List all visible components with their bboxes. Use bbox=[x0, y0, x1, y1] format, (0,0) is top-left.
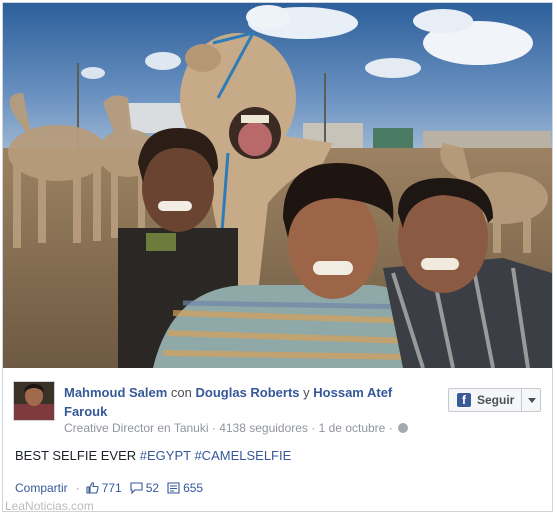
hashtag-camelselfie[interactable]: #CAMELSELFIE bbox=[194, 448, 291, 463]
message-text: BEST SELFIE EVER bbox=[15, 448, 137, 463]
follow-button[interactable]: f Seguir bbox=[448, 388, 541, 412]
follow-label: Seguir bbox=[477, 393, 515, 407]
post-meta: Creative Director en Tanuki · 4138 segui… bbox=[64, 421, 409, 435]
meta-separator: · bbox=[388, 421, 393, 435]
post-date[interactable]: 1 de octubre bbox=[319, 421, 386, 435]
like-count-value: 771 bbox=[101, 481, 122, 495]
share-icon bbox=[167, 482, 180, 494]
tagged-user-1[interactable]: Douglas Roberts bbox=[196, 385, 300, 400]
post-message: BEST SELFIE EVER #EGYPT #CAMELSELFIE bbox=[15, 448, 291, 463]
comment-count-value: 52 bbox=[145, 481, 160, 495]
post-header: Mahmoud Salem con Douglas Roberts y Hoss… bbox=[64, 383, 434, 421]
with-word: con bbox=[170, 385, 192, 400]
post-frame: Mahmoud Salem con Douglas Roberts y Hoss… bbox=[2, 2, 553, 512]
follow-divider bbox=[521, 389, 522, 411]
meta-separator: · bbox=[311, 421, 316, 435]
post-actions: Compartir · 771 52 655 bbox=[15, 481, 211, 495]
actions-separator: · bbox=[75, 481, 80, 495]
thumbs-up-icon bbox=[86, 482, 99, 494]
hashtag-egypt[interactable]: #EGYPT bbox=[140, 448, 191, 463]
avatar-illustration bbox=[14, 382, 54, 420]
share-count[interactable]: 655 bbox=[167, 481, 203, 495]
follower-count: 4138 seguidores bbox=[219, 421, 308, 435]
author-name[interactable]: Mahmoud Salem bbox=[64, 385, 167, 400]
watermark: LeaNoticias.com bbox=[5, 499, 94, 513]
comment-count[interactable]: 52 bbox=[130, 481, 159, 495]
post-body: Mahmoud Salem con Douglas Roberts y Hoss… bbox=[3, 368, 552, 511]
facebook-icon: f bbox=[457, 393, 471, 407]
globe-icon[interactable] bbox=[398, 423, 409, 433]
and-word: y bbox=[303, 385, 310, 400]
chevron-down-icon[interactable] bbox=[528, 398, 536, 403]
photo-illustration bbox=[3, 3, 552, 368]
share-count-value: 655 bbox=[183, 481, 204, 495]
comment-icon bbox=[130, 482, 143, 494]
avatar[interactable] bbox=[13, 381, 55, 421]
meta-separator: · bbox=[211, 421, 216, 435]
like-count[interactable]: 771 bbox=[86, 481, 122, 495]
share-link[interactable]: Compartir bbox=[15, 481, 68, 495]
selfie-photo[interactable] bbox=[3, 3, 552, 368]
author-role: Creative Director en Tanuki bbox=[64, 421, 209, 435]
